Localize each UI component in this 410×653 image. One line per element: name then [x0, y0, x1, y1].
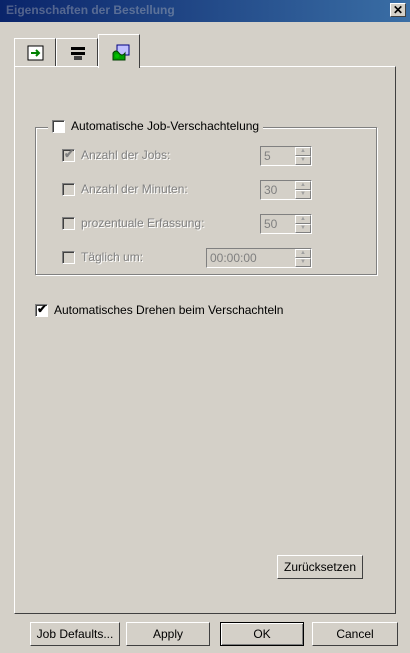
apply-button[interactable]: Apply [126, 622, 210, 646]
option-row: ✔ Anzahl der Jobs: [62, 146, 171, 162]
tab-panel: Automatische Job-Verschachtelung ✔ Anzah… [14, 66, 396, 614]
percent-capture-checkbox[interactable] [62, 216, 75, 230]
option-row: Täglich um: [62, 250, 143, 264]
spin-up-icon[interactable]: ▲ [295, 249, 311, 258]
auto-nesting-group: Automatische Job-Verschachtelung ✔ Anzah… [35, 119, 377, 275]
option-row: Anzahl der Minuten: [62, 182, 188, 196]
spin-up-icon[interactable]: ▲ [295, 181, 311, 190]
reset-button[interactable]: Zurücksetzen [277, 555, 363, 579]
tab-nesting[interactable] [98, 34, 140, 68]
jobs-count-checkbox[interactable]: ✔ [62, 146, 75, 162]
job-defaults-button[interactable]: Job Defaults... [30, 622, 120, 646]
auto-nesting-checkbox[interactable] [52, 119, 65, 133]
minutes-count-label: Anzahl der Minuten: [81, 182, 188, 196]
spin-down-icon[interactable]: ▼ [295, 156, 311, 165]
check-mark-icon: ✔ [37, 301, 48, 316]
cancel-button[interactable]: Cancel [312, 622, 398, 646]
minutes-count-stepper[interactable]: 30 ▲ ▼ [260, 180, 312, 200]
minutes-count-value: 30 [264, 183, 278, 197]
daily-at-time-picker[interactable]: 00:00:00 ▲ ▼ [206, 248, 312, 268]
jobs-count-value: 5 [264, 149, 271, 163]
jobs-count-stepper[interactable]: 5 ▲ ▼ [260, 146, 312, 166]
percent-capture-label: prozentuale Erfassung: [81, 216, 205, 230]
tab-general[interactable] [14, 38, 56, 66]
spin-down-icon[interactable]: ▼ [295, 190, 311, 199]
window-title: Eigenschaften der Bestellung [6, 3, 175, 17]
auto-nesting-label: Automatische Job-Verschachtelung [71, 119, 260, 133]
spin-up-icon[interactable]: ▲ [295, 147, 311, 156]
auto-nesting-toggle[interactable]: Automatische Job-Verschachtelung [48, 119, 264, 133]
auto-rotate-checkbox[interactable]: ✔ [35, 301, 48, 317]
jobs-count-label: Anzahl der Jobs: [81, 148, 171, 162]
printer-icon [71, 47, 85, 60]
option-row: prozentuale Erfassung: [62, 216, 204, 230]
daily-at-label: Täglich um: [81, 250, 144, 264]
spin-up-icon[interactable]: ▲ [295, 215, 311, 224]
spin-down-icon[interactable]: ▼ [295, 258, 311, 267]
check-mark-icon: ✔ [64, 146, 75, 161]
title-bar: Eigenschaften der Bestellung ✕ [0, 0, 410, 22]
minutes-count-checkbox[interactable] [62, 182, 75, 196]
percent-capture-stepper[interactable]: 50 ▲ ▼ [260, 214, 312, 234]
daily-at-value: 00:00:00 [210, 251, 257, 265]
spin-down-icon[interactable]: ▼ [295, 224, 311, 233]
document-arrow-icon [27, 45, 44, 61]
tab-printer[interactable] [56, 38, 98, 66]
auto-rotate-label: Automatisches Drehen beim Verschachteln [54, 303, 284, 317]
close-button[interactable]: ✕ [390, 3, 406, 17]
daily-at-checkbox[interactable] [62, 250, 75, 264]
puzzle-settings-icon [112, 44, 130, 61]
ok-button[interactable]: OK [220, 622, 304, 646]
auto-rotate-toggle[interactable]: ✔ Automatisches Drehen beim Verschachtel… [35, 301, 284, 317]
percent-capture-value: 50 [264, 217, 278, 231]
